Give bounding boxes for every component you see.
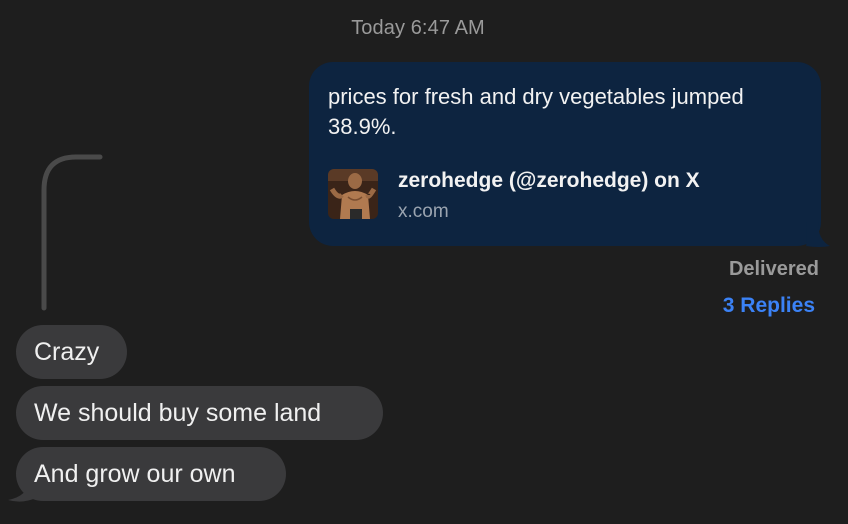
incoming-message-bubble[interactable]: And grow our own (16, 447, 286, 501)
link-preview-domain: x.com (398, 201, 449, 222)
thread-connector-line (41, 154, 103, 311)
messages-transcript: Today 6:47 AM prices for fresh and dry v… (0, 0, 848, 524)
incoming-message-bubble[interactable]: We should buy some land (16, 386, 383, 440)
message-timestamp: Today 6:47 AM (351, 17, 485, 39)
outgoing-message-bubble[interactable]: prices for fresh and dry vegetables jump… (309, 62, 821, 246)
incoming-bubble-tail (8, 480, 36, 502)
link-preview-title[interactable]: zerohedge (@zerohedge) on X (398, 169, 700, 193)
incoming-message-bubble[interactable]: Crazy (16, 325, 127, 379)
delivered-status: Delivered (728, 258, 819, 280)
outgoing-bubble-tail (806, 222, 830, 247)
outgoing-message-text: prices for fresh and dry vegetables jump… (328, 84, 744, 139)
link-preview-thumbnail[interactable] (328, 169, 378, 219)
thread-replies-link[interactable]: 3 Replies (723, 294, 815, 318)
avatar-image (328, 169, 378, 219)
